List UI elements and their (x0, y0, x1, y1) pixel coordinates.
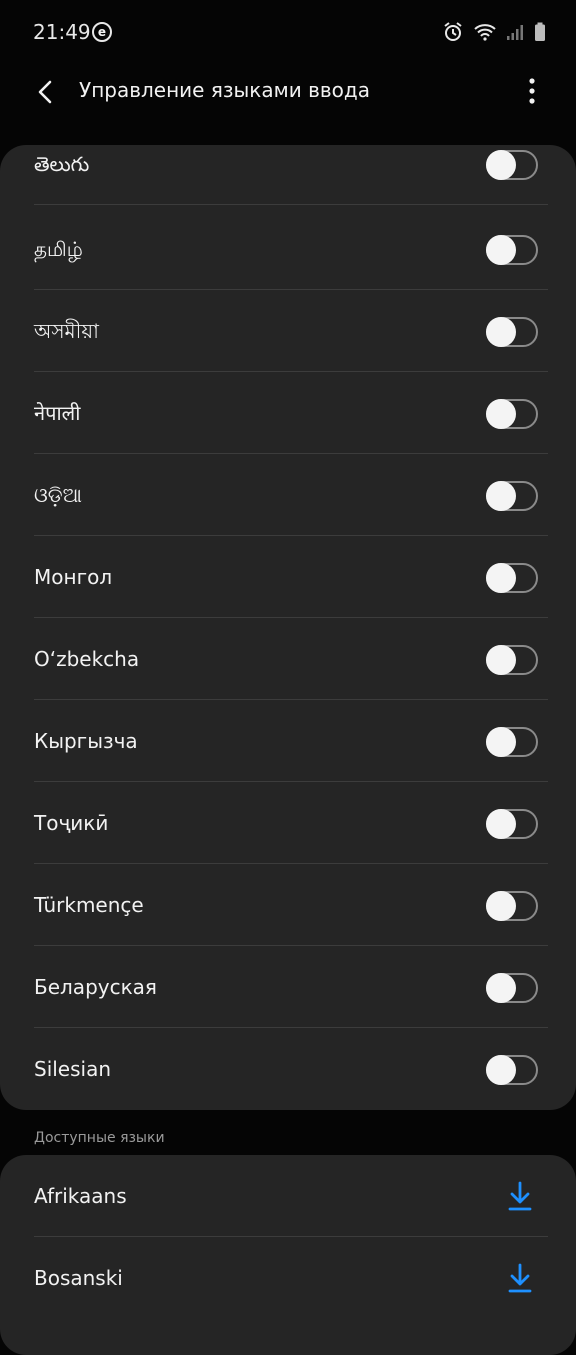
language-label: Bosanski (34, 1266, 123, 1290)
wifi-icon (474, 22, 496, 42)
language-toggle[interactable] (486, 891, 538, 921)
app-bar: Управление языками ввода (0, 64, 576, 120)
language-toggle[interactable] (486, 973, 538, 1003)
language-label: O‘zbekcha (34, 647, 140, 671)
available-languages-header: Доступные языки (34, 1130, 165, 1146)
status-icons (442, 20, 546, 44)
list-item[interactable]: नेपाली (0, 372, 576, 454)
language-label: Кыргызча (34, 729, 138, 753)
download-icon[interactable] (507, 1262, 533, 1294)
list-item[interactable]: தமிழ் (0, 208, 576, 290)
list-item[interactable]: Тоҷикӣ (0, 782, 576, 864)
list-item[interactable]: অসমীয়া (0, 290, 576, 372)
signal-icon (506, 23, 524, 41)
available-languages-list: Afrikaans Bosanski (0, 1155, 576, 1355)
list-item[interactable]: Türkmençe (0, 864, 576, 946)
language-label: Тоҷикӣ (34, 811, 109, 835)
list-item[interactable]: Silesian (0, 1028, 576, 1110)
list-item[interactable]: తెలుగు (0, 145, 576, 205)
language-toggle[interactable] (486, 235, 538, 265)
language-label: नेपाली (34, 401, 81, 425)
language-toggle[interactable] (486, 645, 538, 675)
language-toggle[interactable] (486, 809, 538, 839)
list-item[interactable]: Беларуская (0, 946, 576, 1028)
language-toggle[interactable] (486, 481, 538, 511)
language-label: தமிழ் (34, 237, 83, 261)
language-label: తెలుగు (34, 152, 90, 176)
language-toggle[interactable] (486, 317, 538, 347)
battery-icon (534, 22, 546, 42)
list-item[interactable]: Монгол (0, 536, 576, 618)
language-label: Silesian (34, 1057, 112, 1081)
language-label: অসমীয়া (34, 319, 99, 343)
status-bar: 21:49 e (0, 0, 576, 64)
language-toggle[interactable] (486, 150, 538, 180)
notification-e-icon: e (92, 22, 112, 42)
list-item[interactable]: Afrikaans (0, 1155, 576, 1237)
list-item[interactable]: O‘zbekcha (0, 618, 576, 700)
language-label: Монгол (34, 565, 113, 589)
back-button[interactable] (28, 74, 64, 110)
page-title: Управление языками ввода (79, 78, 370, 102)
list-item[interactable]: ଓଡ଼ିଆ (0, 454, 576, 536)
download-icon[interactable] (507, 1180, 533, 1212)
language-toggle[interactable] (486, 563, 538, 593)
language-label: Беларуская (34, 975, 157, 999)
more-vertical-icon (529, 78, 535, 104)
list-item[interactable]: Bosanski (0, 1237, 576, 1319)
list-item[interactable]: Кыргызча (0, 700, 576, 782)
language-label: Türkmençe (34, 893, 144, 917)
installed-languages-list: తెలుగు தமிழ் অসমীয়া नेपाली ଓଡ଼ିଆ Монгол… (0, 145, 576, 1110)
more-options-button[interactable] (520, 74, 544, 110)
back-arrow-icon (38, 80, 52, 104)
alarm-icon (442, 21, 464, 43)
language-toggle[interactable] (486, 727, 538, 757)
language-label: Afrikaans (34, 1184, 127, 1208)
language-toggle[interactable] (486, 1055, 538, 1085)
language-toggle[interactable] (486, 399, 538, 429)
status-time: 21:49 (33, 20, 91, 44)
language-label: ଓଡ଼ିଆ (34, 483, 82, 507)
